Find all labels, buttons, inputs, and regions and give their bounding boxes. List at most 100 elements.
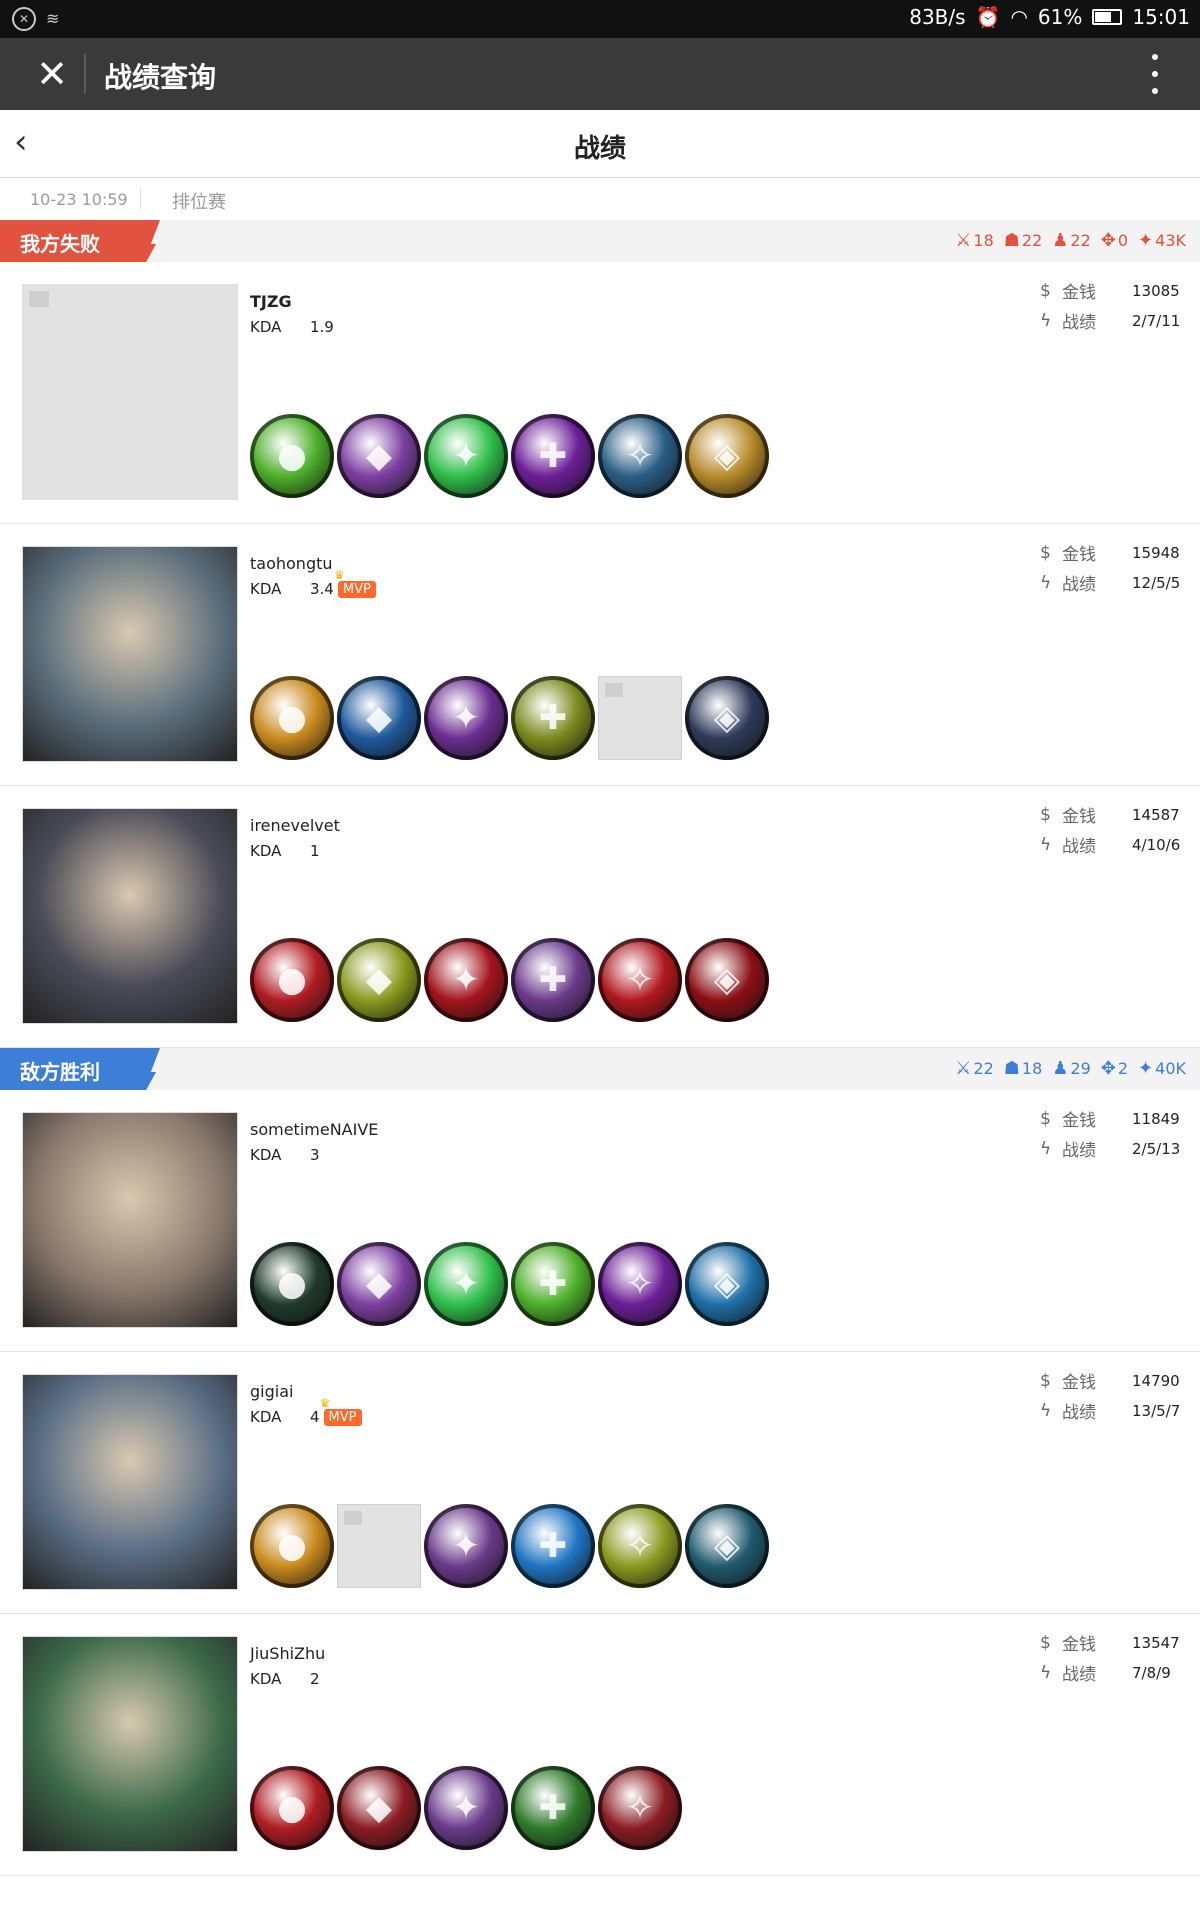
- player-row[interactable]: TJZG KDA 1.9 $ 金钱 13085 ϟ 战绩 2/7/11 ● ◆ ✦ ✚…: [0, 262, 1200, 524]
- app-title: 战绩查询: [104, 61, 217, 94]
- equipment-item-icon[interactable]: ✦: [424, 1504, 508, 1588]
- team-stat-value: 22: [1021, 231, 1043, 250]
- equipment-item-icon[interactable]: ✦: [424, 938, 508, 1022]
- player-name: irenevelvet: [250, 816, 340, 835]
- tower-icon: ✥: [1100, 230, 1116, 251]
- more-vertical-icon[interactable]: [1150, 54, 1160, 94]
- equipment-item-icon[interactable]: ✚: [511, 1504, 595, 1588]
- team-stat: ✦ 40K: [1138, 1058, 1186, 1079]
- team-stat: ✦ 43K: [1138, 230, 1186, 251]
- player-record: ϟ 战绩 4/10/6: [1040, 832, 1180, 858]
- equipment-item-icon[interactable]: ✚: [511, 938, 595, 1022]
- page-header: ‹ 战绩: [0, 110, 1200, 178]
- kda-label: KDA: [250, 842, 282, 860]
- info-divider: [140, 188, 141, 210]
- empty-item-slot[interactable]: [337, 1504, 421, 1588]
- equipment-item-icon[interactable]: ✚: [511, 1766, 595, 1850]
- player-row[interactable]: irenevelvet KDA 1 $ 金钱 14587 ϟ 战绩 4/10/6…: [0, 786, 1200, 1048]
- team-stat-value: 43K: [1155, 231, 1186, 250]
- equipment-item-icon[interactable]: ●: [250, 1242, 334, 1326]
- equipment-item-icon[interactable]: ●: [250, 938, 334, 1022]
- equipment-item-icon[interactable]: ✧: [598, 1766, 682, 1850]
- equipment-item-icon[interactable]: ◆: [337, 676, 421, 760]
- player-row[interactable]: gigiai KDA 4 MVP $ 金钱 14790 ϟ 战绩 13/5/7 …: [0, 1352, 1200, 1614]
- dollar-icon: $: [1040, 542, 1051, 563]
- player-record: ϟ 战绩 2/5/13: [1040, 1136, 1180, 1162]
- hero-avatar: [22, 1112, 238, 1328]
- equipment-item-icon[interactable]: ✧: [598, 1504, 682, 1588]
- sword-icon: ⚔: [955, 230, 972, 251]
- money-label: 金钱: [1062, 1373, 1096, 1393]
- equipment-item-icon[interactable]: ◆: [337, 1242, 421, 1326]
- team-stat-value: 40K: [1155, 1059, 1186, 1078]
- record-value: 13/5/7: [1132, 1401, 1181, 1420]
- equipment-item-icon[interactable]: ◆: [337, 1766, 421, 1850]
- equipment-item-icon[interactable]: ◈: [685, 938, 769, 1022]
- team-stat: ☗ 22: [1004, 230, 1043, 251]
- money-value: 15948: [1132, 543, 1180, 562]
- team-stat: ✥ 0: [1101, 230, 1128, 251]
- item-list: ● ✦ ✚ ✧ ◈: [250, 1504, 769, 1588]
- item-list: ● ◆ ✦ ✚ ◈: [250, 676, 769, 760]
- equipment-item-icon[interactable]: ✧: [598, 414, 682, 498]
- team-stat: ⚔ 22: [955, 1058, 994, 1079]
- money-label: 金钱: [1062, 1635, 1096, 1655]
- equipment-item-icon[interactable]: ◆: [337, 938, 421, 1022]
- equipment-item-icon[interactable]: ●: [250, 1766, 334, 1850]
- equipment-item-icon[interactable]: ◈: [685, 414, 769, 498]
- equipment-item-icon[interactable]: ✦: [424, 1766, 508, 1850]
- equipment-item-icon[interactable]: ✚: [511, 1242, 595, 1326]
- hero-avatar: [22, 808, 238, 1024]
- equipment-item-icon[interactable]: ✧: [598, 938, 682, 1022]
- appbar-divider: [84, 54, 86, 94]
- item-list: ● ◆ ✦ ✚ ✧ ◈: [250, 938, 769, 1022]
- player-money: $ 金钱 14587: [1040, 802, 1180, 828]
- equipment-item-icon[interactable]: ◈: [685, 676, 769, 760]
- money-label: 金钱: [1062, 545, 1096, 565]
- player-kda: KDA 2: [250, 1670, 320, 1688]
- record-value: 2/7/11: [1132, 311, 1181, 330]
- hero-avatar: [22, 1636, 238, 1852]
- player-name: sometimeNAIVE: [250, 1120, 379, 1139]
- equipment-item-icon[interactable]: ✚: [511, 676, 595, 760]
- money-label: 金钱: [1062, 1111, 1096, 1131]
- clock: 15:01: [1132, 5, 1190, 29]
- record-label: 战绩: [1062, 837, 1096, 857]
- team-stat-value: 22: [973, 1059, 994, 1078]
- equipment-item-icon[interactable]: ◈: [685, 1242, 769, 1326]
- player-money: $ 金钱 13085: [1040, 278, 1180, 304]
- notification-icon: ✕: [12, 7, 36, 31]
- page-title: 战绩: [573, 134, 626, 164]
- equipment-item-icon[interactable]: ●: [250, 676, 334, 760]
- equipment-item-icon[interactable]: ✚: [511, 414, 595, 498]
- team-stat: ☗ 18: [1004, 1058, 1043, 1079]
- alarm-icon: ⏰: [975, 5, 1001, 29]
- tower-icon: ✥: [1100, 1058, 1116, 1079]
- match-info: 10-23 10:59 排位赛: [0, 178, 1200, 220]
- close-icon[interactable]: ✕: [30, 52, 74, 96]
- money-value: 11849: [1132, 1109, 1180, 1128]
- empty-item-slot[interactable]: [598, 676, 682, 760]
- team-stat: ⚔ 18: [955, 230, 994, 251]
- equipment-item-icon[interactable]: ●: [250, 1504, 334, 1588]
- equipment-item-icon[interactable]: ✦: [424, 1242, 508, 1326]
- hero-avatar: [22, 546, 238, 762]
- player-kda: KDA 1.9: [250, 318, 334, 336]
- money-label: 金钱: [1062, 807, 1096, 827]
- equipment-item-icon[interactable]: ◈: [685, 1504, 769, 1588]
- equipment-item-icon[interactable]: ✦: [424, 414, 508, 498]
- kda-value: 3: [310, 1146, 320, 1164]
- item-list: ● ◆ ✦ ✚ ✧: [250, 1766, 682, 1850]
- equipment-item-icon[interactable]: ◆: [337, 414, 421, 498]
- player-row[interactable]: sometimeNAIVE KDA 3 $ 金钱 11849 ϟ 战绩 2/5/…: [0, 1090, 1200, 1352]
- player-row[interactable]: JiuShiZhu KDA 2 $ 金钱 13547 ϟ 战绩 7/8/9 ● ◆…: [0, 1614, 1200, 1876]
- item-list: ● ◆ ✦ ✚ ✧ ◈: [250, 1242, 769, 1326]
- equipment-item-icon[interactable]: ●: [250, 414, 334, 498]
- player-row[interactable]: taohongtu KDA 3.4 MVP $ 金钱 15948 ϟ 战绩 12…: [0, 524, 1200, 786]
- player-kda: KDA 3.4 MVP: [250, 568, 376, 598]
- equipment-item-icon[interactable]: ✧: [598, 1242, 682, 1326]
- hero-avatar: [22, 284, 238, 500]
- record-value: 7/8/9: [1132, 1663, 1171, 1682]
- equipment-item-icon[interactable]: ✦: [424, 676, 508, 760]
- monster-icon: ☗: [1003, 230, 1020, 251]
